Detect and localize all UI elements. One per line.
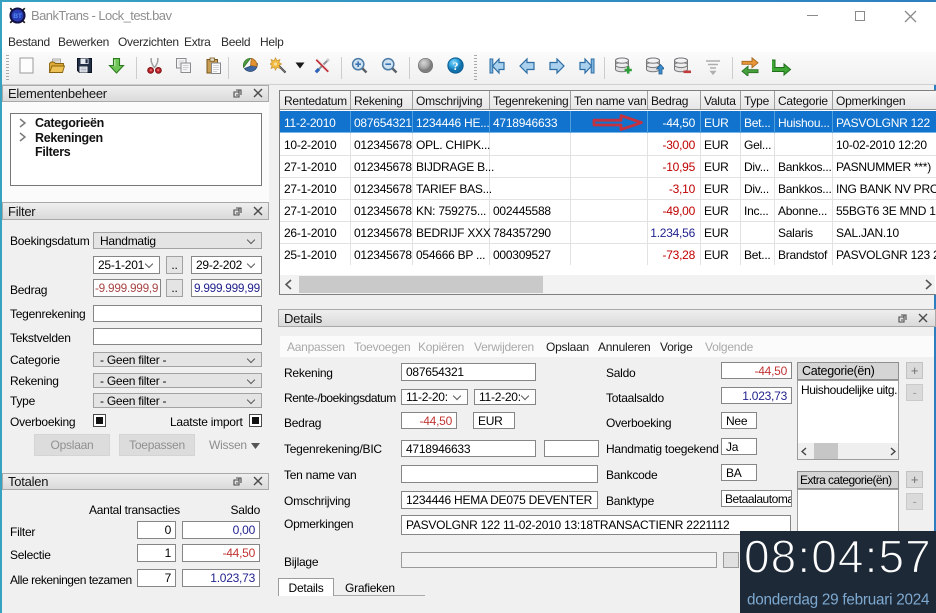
svg-text:donderdag 29 februari 2024: donderdag 29 februari 2024: [747, 592, 930, 609]
svg-text:08:04:57: 08:04:57: [744, 531, 932, 583]
svg-text:?: ?: [453, 61, 459, 73]
svg-text:BT: BT: [13, 13, 23, 20]
